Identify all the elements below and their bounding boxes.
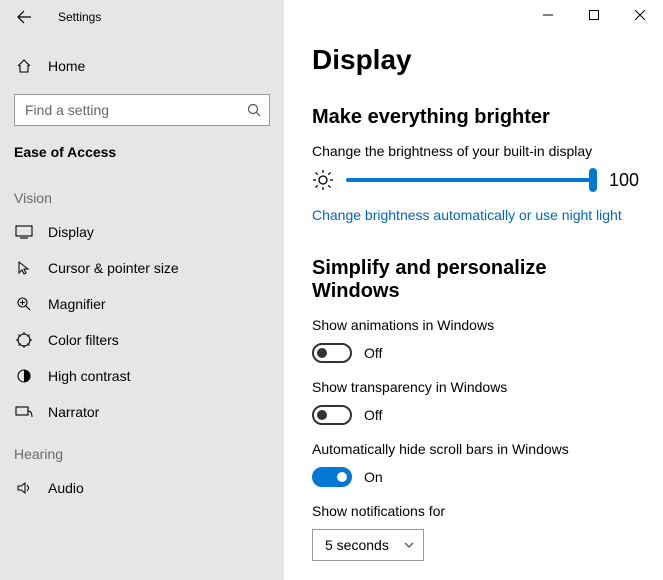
app-title: Settings — [58, 10, 101, 24]
narrator-icon — [14, 405, 34, 419]
scrollbars-label: Automatically hide scroll bars in Window… — [312, 441, 639, 457]
sidebar-item-high-contrast[interactable]: High contrast — [0, 358, 284, 394]
sidebar-item-label: Audio — [48, 480, 84, 496]
sidebar-item-narrator[interactable]: Narrator — [0, 394, 284, 430]
high-contrast-icon — [14, 368, 34, 384]
sidebar-item-label: Color filters — [48, 332, 119, 348]
close-icon — [635, 10, 645, 20]
arrow-left-icon — [16, 9, 32, 25]
section-header: Ease of Access — [0, 140, 284, 174]
notifications-dropdown[interactable]: 5 seconds — [312, 529, 424, 561]
scrollbars-toggle[interactable] — [312, 467, 352, 487]
search-field — [14, 94, 270, 126]
audio-icon — [14, 480, 34, 496]
maximize-icon — [589, 10, 599, 20]
back-button[interactable] — [14, 7, 34, 27]
sidebar-item-cursor[interactable]: Cursor & pointer size — [0, 250, 284, 286]
brightness-value: 100 — [605, 170, 639, 191]
transparency-state: Off — [364, 407, 382, 423]
titlebar: Settings — [0, 0, 284, 34]
close-button[interactable] — [617, 0, 663, 30]
sidebar-item-label: Display — [48, 224, 94, 240]
display-icon — [14, 225, 34, 239]
sidebar-item-magnifier[interactable]: Magnifier — [0, 286, 284, 322]
sidebar-item-display[interactable]: Display — [0, 214, 284, 250]
sidebar-item-audio[interactable]: Audio — [0, 470, 284, 506]
sidebar-item-label: High contrast — [48, 368, 130, 384]
animations-state: Off — [364, 345, 382, 361]
notifications-value: 5 seconds — [325, 537, 389, 553]
sidebar-item-label: Narrator — [48, 404, 99, 420]
group-label-hearing: Hearing — [0, 430, 284, 470]
notifications-label: Show notifications for — [312, 503, 639, 519]
transparency-toggle[interactable] — [312, 405, 352, 425]
setting-notifications: Show notifications for 5 seconds — [312, 503, 639, 561]
group-label-vision: Vision — [0, 174, 284, 214]
maximize-button[interactable] — [571, 0, 617, 30]
slider-thumb[interactable] — [589, 168, 597, 192]
animations-label: Show animations in Windows — [312, 317, 639, 333]
magnifier-icon — [14, 296, 34, 312]
sidebar-item-label: Cursor & pointer size — [48, 260, 179, 276]
main-panel: Display Make everything brighter Change … — [284, 0, 663, 580]
setting-scrollbars: Automatically hide scroll bars in Window… — [312, 441, 639, 487]
brightness-icon — [312, 169, 334, 191]
sidebar-item-color-filters[interactable]: Color filters — [0, 322, 284, 358]
section-title-simplify: Simplify and personalize Windows — [312, 257, 639, 303]
scrollbars-state: On — [364, 469, 383, 485]
cursor-icon — [14, 260, 34, 276]
minimize-button[interactable] — [525, 0, 571, 30]
brightness-desc: Change the brightness of your built-in d… — [312, 143, 639, 159]
sidebar: Settings Home Ease of Access Vision Disp… — [0, 0, 284, 580]
home-button[interactable]: Home — [0, 48, 284, 84]
brightness-slider[interactable] — [346, 178, 593, 182]
sidebar-item-label: Magnifier — [48, 296, 106, 312]
brightness-row: 100 — [312, 169, 639, 191]
chevron-down-icon — [403, 539, 415, 551]
animations-toggle[interactable] — [312, 343, 352, 363]
page-title: Display — [312, 44, 639, 76]
window-controls — [525, 0, 663, 30]
setting-animations: Show animations in Windows Off — [312, 317, 639, 363]
search-input[interactable] — [14, 94, 270, 126]
home-icon — [14, 58, 34, 74]
section-title-brightness: Make everything brighter — [312, 106, 639, 129]
minimize-icon — [543, 10, 553, 20]
color-filters-icon — [14, 332, 34, 348]
setting-transparency: Show transparency in Windows Off — [312, 379, 639, 425]
home-label: Home — [48, 58, 85, 74]
transparency-label: Show transparency in Windows — [312, 379, 639, 395]
brightness-link[interactable]: Change brightness automatically or use n… — [312, 207, 622, 223]
